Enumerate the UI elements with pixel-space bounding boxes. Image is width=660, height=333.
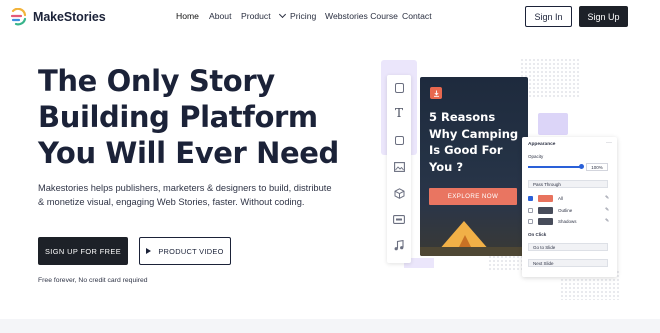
headline-line2: Building Platform bbox=[38, 100, 318, 134]
sign-up-free-button[interactable]: SIGN UP FOR FREE bbox=[38, 237, 128, 265]
layer-label: Outline bbox=[558, 208, 573, 213]
explore-now-button[interactable]: EXPLORE NOW bbox=[429, 188, 517, 205]
top-navigation: MakeStories Home About Product Pricing W… bbox=[0, 0, 660, 34]
music-icon[interactable] bbox=[393, 239, 405, 251]
hero-headline: The Only Story Building Platform You Wil… bbox=[38, 63, 339, 171]
blend-mode-select[interactable]: Pass Through bbox=[528, 180, 608, 188]
headline-highlight: Story bbox=[186, 63, 277, 99]
story-title: 5 Reasons Why Camping Is Good For You ? bbox=[429, 110, 519, 174]
editor-toolbar: T bbox=[387, 75, 411, 263]
nav-home[interactable]: Home bbox=[176, 11, 199, 21]
eyedropper-icon[interactable]: ✎ bbox=[605, 207, 609, 213]
eyedropper-icon[interactable]: ✎ bbox=[605, 195, 609, 201]
layer-color-swatch[interactable] bbox=[538, 207, 553, 214]
decor-dot-grid bbox=[520, 58, 580, 98]
play-icon bbox=[146, 248, 152, 254]
nav-webstories-course[interactable]: Webstories Course bbox=[325, 11, 398, 21]
product-video-button[interactable]: PRODUCT VIDEO bbox=[139, 237, 231, 265]
text-tool-icon[interactable]: T bbox=[393, 106, 405, 120]
shape-cube-icon[interactable] bbox=[393, 187, 405, 199]
on-click-action-select[interactable]: Go to Slide bbox=[528, 243, 608, 251]
signup-note: Free forever, No credit card required bbox=[38, 277, 148, 284]
on-click-label: On Click bbox=[528, 232, 547, 237]
layer-color-swatch[interactable] bbox=[538, 195, 553, 202]
chevron-down-icon bbox=[278, 10, 286, 19]
blend-mode-value: Pass Through bbox=[533, 181, 561, 187]
next-section-edge bbox=[0, 319, 660, 333]
appearance-panel: Appearance ··· Opacity 100% Pass Through… bbox=[522, 137, 617, 277]
layer-label: Shadows bbox=[558, 219, 577, 224]
panel-heading: Appearance bbox=[528, 142, 556, 147]
nav-contact[interactable]: Contact bbox=[402, 11, 432, 21]
headline-highlight-word: Story bbox=[188, 64, 275, 98]
decor-block bbox=[538, 113, 568, 135]
makestories-logo-icon bbox=[10, 8, 27, 26]
hero-subtitle: Makestories helps publishers, marketers … bbox=[38, 183, 332, 207]
layout-icon[interactable] bbox=[393, 134, 405, 146]
brand-logo[interactable]: MakeStories bbox=[10, 8, 106, 26]
layer-checkbox[interactable] bbox=[528, 219, 533, 224]
layer-color-swatch[interactable] bbox=[538, 218, 553, 225]
nav-product-label: Product bbox=[241, 11, 271, 21]
sign-in-button[interactable]: Sign In bbox=[525, 6, 572, 27]
brand-name: MakeStories bbox=[33, 10, 106, 24]
headline-line3: You Will Ever Need bbox=[38, 136, 339, 170]
opacity-slider[interactable] bbox=[528, 166, 582, 168]
ground bbox=[420, 247, 528, 256]
on-click-target-value: Next Slide bbox=[533, 260, 554, 266]
nav-product[interactable]: Product bbox=[241, 10, 286, 21]
eyedropper-icon[interactable]: ✎ bbox=[605, 218, 609, 224]
story-card-preview[interactable]: 5 Reasons Why Camping Is Good For You ? … bbox=[420, 77, 528, 256]
more-options-icon[interactable]: ··· bbox=[606, 140, 612, 146]
opacity-slider-handle[interactable] bbox=[579, 164, 584, 169]
embed-icon[interactable] bbox=[393, 213, 405, 225]
on-click-action-value: Go to Slide bbox=[533, 244, 556, 250]
nav-pricing[interactable]: Pricing bbox=[290, 11, 316, 21]
on-click-target-select[interactable]: Next Slide bbox=[528, 259, 608, 267]
opacity-value[interactable]: 100% bbox=[586, 163, 608, 171]
nav-about[interactable]: About bbox=[209, 11, 231, 21]
product-video-label: PRODUCT VIDEO bbox=[158, 246, 224, 256]
layer-checkbox[interactable] bbox=[528, 208, 533, 213]
page-icon[interactable] bbox=[393, 82, 405, 94]
layer-label: All bbox=[558, 196, 564, 201]
story-badge-icon bbox=[430, 87, 442, 99]
sign-up-button[interactable]: Sign Up bbox=[579, 6, 628, 27]
opacity-label: Opacity bbox=[528, 154, 544, 159]
layer-checkbox[interactable] bbox=[528, 196, 533, 201]
image-icon[interactable] bbox=[393, 161, 405, 173]
headline-line1: The Only bbox=[38, 64, 189, 98]
